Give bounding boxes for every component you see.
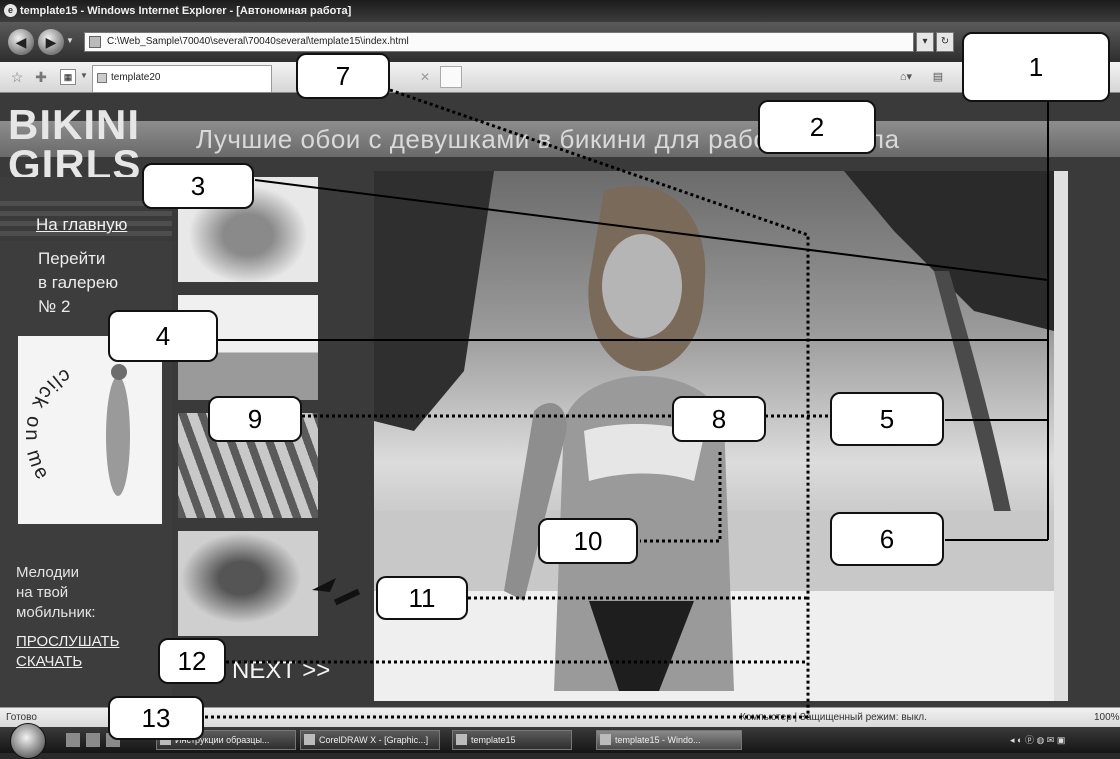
- download-link[interactable]: СКАЧАТЬ: [16, 653, 82, 670]
- model-head: [111, 364, 127, 380]
- tab-list-dropdown-icon[interactable]: ▼: [80, 71, 88, 80]
- ie-icon: [600, 734, 611, 745]
- page-icon: [89, 36, 101, 48]
- show-desktop-icon[interactable]: [66, 733, 80, 747]
- refresh-icon[interactable]: ↻: [936, 32, 954, 52]
- palm-silhouette-left: [374, 171, 494, 431]
- callout-12: 12: [158, 638, 226, 684]
- taskbar-button-3[interactable]: template15: [452, 730, 572, 750]
- click-on-me-graphic: click on me: [21, 364, 130, 496]
- folder-icon: [456, 734, 467, 745]
- callout-2: 2: [758, 100, 876, 154]
- new-tab-button[interactable]: [440, 66, 462, 88]
- gallery-2-link[interactable]: Перейти в галерею № 2: [38, 247, 118, 319]
- callout-9: 9: [208, 396, 302, 442]
- callout-7: 7: [296, 53, 390, 99]
- start-button[interactable]: [10, 723, 46, 759]
- quick-launch-icon[interactable]: [86, 733, 100, 747]
- logo-line-1: BIKINI: [8, 101, 140, 148]
- close-tab-icon[interactable]: ✕: [420, 70, 430, 84]
- zoom-level[interactable]: 100%: [1094, 708, 1120, 727]
- page-tools-icon[interactable]: ▤: [928, 68, 948, 86]
- click-on-me-text: click on me: [21, 364, 71, 486]
- callout-8: 8: [672, 396, 766, 442]
- window-title-bar: e template15 - Windows Internet Explorer…: [0, 0, 1120, 22]
- listen-link[interactable]: ПРОСЛУШАТЬ: [16, 633, 119, 650]
- callout-6: 6: [830, 512, 944, 566]
- taskbar-button-2[interactable]: CorelDRAW X - [Graphic...]: [300, 730, 440, 750]
- callout-10: 10: [538, 518, 638, 564]
- ie-app-icon: e: [4, 4, 17, 17]
- ringtones-label: Мелодии на твой мобильник:: [16, 564, 96, 621]
- taskbar-button-4[interactable]: template15 - Windo...: [596, 730, 742, 750]
- tab-favicon-icon: [97, 73, 107, 83]
- address-dropdown-icon[interactable]: ▾: [916, 32, 934, 52]
- model-face: [602, 234, 682, 338]
- callout-4: 4: [108, 310, 218, 362]
- system-tray[interactable]: ◂ ◐ ⓟ ◍ ✉ ▣: [1010, 731, 1120, 749]
- svg-text:click on me: click on me: [21, 364, 74, 486]
- quick-tabs-icon[interactable]: ▦: [60, 69, 76, 85]
- taskbar-button-label: template15: [471, 735, 516, 745]
- address-bar-row: ◀ ▶ ▼ C:\Web_Sample\70040\several\70040s…: [0, 22, 1120, 62]
- callout-13: 13: [108, 696, 204, 740]
- star-icon[interactable]: ☆: [8, 68, 26, 86]
- address-text: C:\Web_Sample\70040\several\70040several…: [107, 36, 409, 47]
- tab-title: template20: [111, 72, 161, 83]
- model-figure: [106, 376, 130, 496]
- thumbnail-4[interactable]: [178, 531, 318, 636]
- forward-arrow-icon[interactable]: ▶: [38, 29, 64, 55]
- back-arrow-icon[interactable]: ◀: [8, 29, 34, 55]
- history-dropdown-icon[interactable]: ▼: [66, 36, 76, 48]
- right-border-strip: [1054, 171, 1068, 701]
- taskbar-button-label: CorelDRAW X - [Graphic...]: [319, 735, 429, 745]
- address-input[interactable]: C:\Web_Sample\70040\several\70040several…: [84, 32, 914, 52]
- taskbar-button-label: template15 - Windo...: [615, 735, 701, 745]
- next-link[interactable]: NEXT >>: [232, 657, 330, 685]
- click-on-me-banner[interactable]: click on me: [18, 336, 162, 524]
- callout-5: 5: [830, 392, 944, 446]
- window-title: template15 - Windows Internet Explorer -…: [20, 5, 352, 17]
- home-link[interactable]: На главную: [36, 215, 127, 235]
- security-zone[interactable]: Компьютер | Защищенный режим: выкл.: [740, 708, 927, 727]
- callout-1: 1: [962, 32, 1110, 102]
- callout-11: 11: [376, 576, 468, 620]
- callout-3: 3: [142, 163, 254, 209]
- tabs-toolbar: ☆ ✚ ▦ ▼ template20 ✕ ⌂▾ ▤: [0, 62, 1120, 93]
- home-icon[interactable]: ⌂▾: [896, 68, 916, 86]
- thumbnail-image: [178, 531, 318, 636]
- tab-template20[interactable]: template20: [92, 65, 272, 92]
- corel-icon: [304, 734, 315, 745]
- add-favorites-icon[interactable]: ✚: [32, 68, 50, 86]
